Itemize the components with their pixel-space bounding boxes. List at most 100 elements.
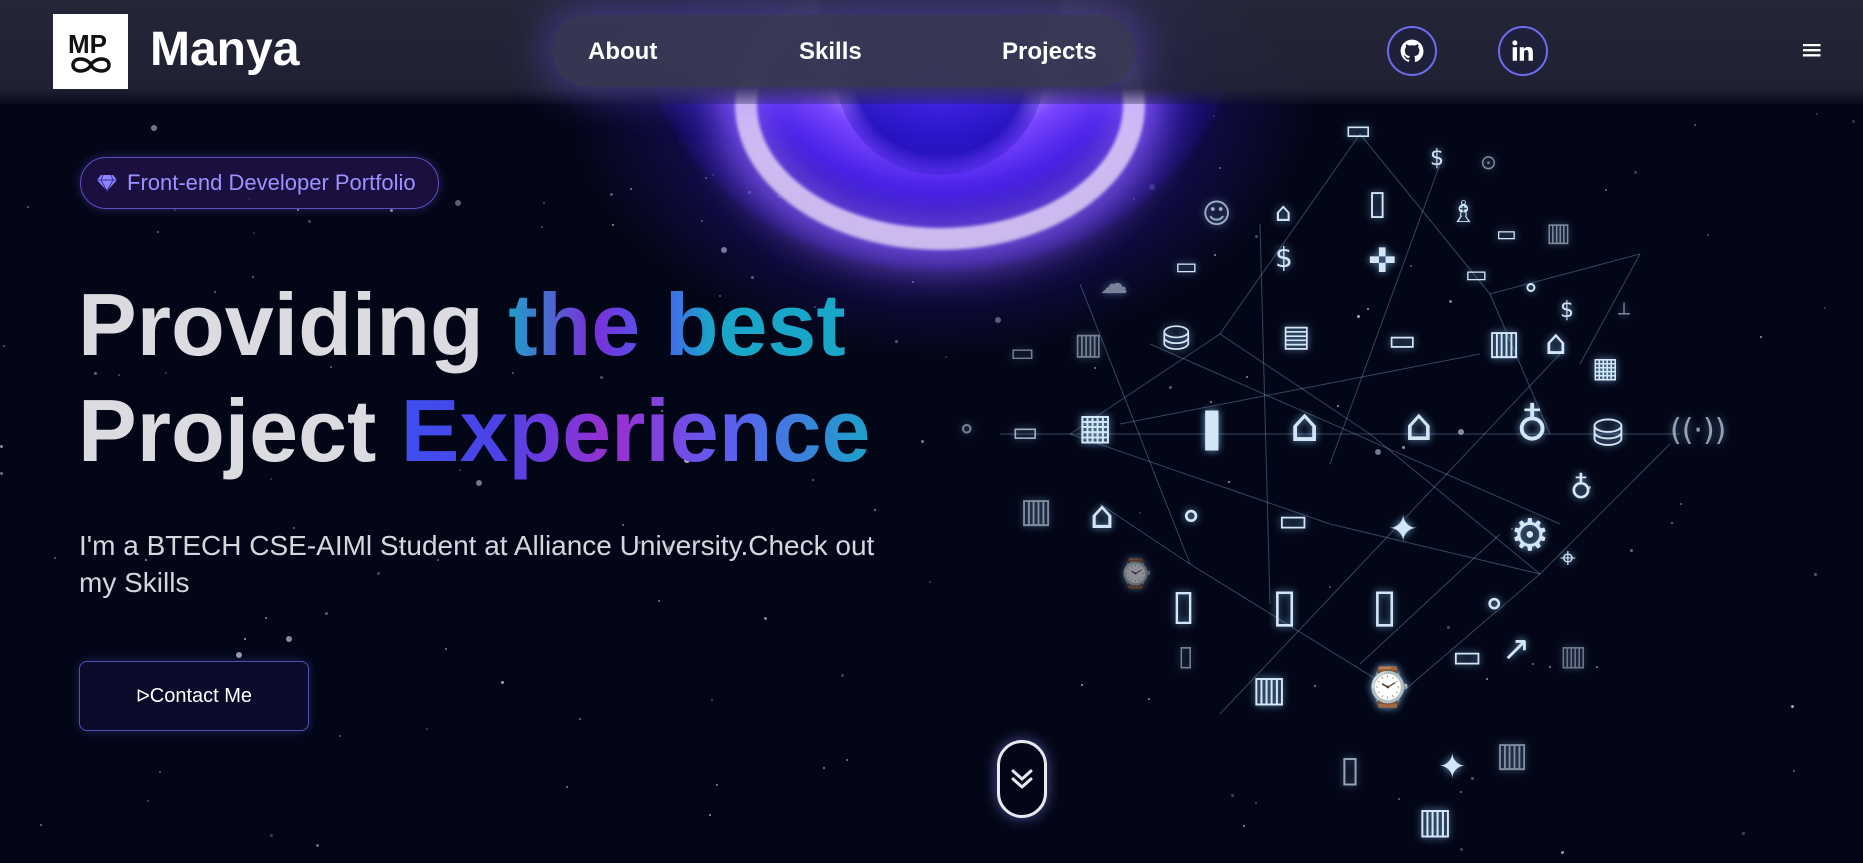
antenna-icon: ⟂ <box>1618 298 1631 319</box>
star <box>445 648 447 650</box>
satellite-icon: ✦ <box>1388 509 1419 550</box>
growth-chart-icon: ↗ <box>1502 629 1531 669</box>
brand-name: Manya <box>150 23 300 76</box>
star <box>316 844 319 847</box>
double-chevron-down-icon <box>1011 769 1033 789</box>
nav-skills[interactable]: Skills <box>799 38 862 66</box>
contact-me-button[interactable]: ᐅ Contact Me <box>79 661 309 731</box>
bank-icon: ⌂ <box>1405 400 1433 451</box>
qr-icon: ▦ <box>1078 407 1113 448</box>
logo-mark: MP <box>68 29 111 73</box>
star <box>147 800 149 802</box>
linkedin-link[interactable] <box>1498 26 1548 76</box>
star <box>157 231 159 233</box>
contact-label: Contact Me <box>149 684 253 707</box>
document-icon: ▤ <box>1282 319 1311 354</box>
star <box>265 617 267 619</box>
headline-line1-plain: Providing <box>78 275 509 374</box>
watch-icon: ⌚ <box>1118 557 1153 590</box>
star <box>390 209 393 212</box>
money-icon: $ <box>1560 298 1574 323</box>
credit-card-icon: ▭ <box>1388 323 1417 358</box>
phone-icon: ▯ <box>1178 639 1194 672</box>
database-icon: ⛁ <box>1162 319 1191 359</box>
github-link[interactable] <box>1387 26 1437 76</box>
hero-subtitle: I'm a BTECH CSE-AIMl Student at Alliance… <box>79 530 875 598</box>
store-icon: ⌂ <box>1090 493 1115 537</box>
star <box>0 445 3 448</box>
molecule-icon: ⚬ <box>955 413 979 446</box>
star <box>764 617 767 620</box>
shop-icon: ▥ <box>1418 801 1453 842</box>
send-icon: ᐅ <box>135 685 150 707</box>
star <box>1793 770 1795 772</box>
star <box>716 784 718 786</box>
card-icon: ▭ <box>1175 252 1198 280</box>
tablet-icon: ▯ <box>1340 749 1360 790</box>
watch-icon: ⌚ <box>1364 665 1412 709</box>
star <box>1791 705 1794 708</box>
star <box>244 638 246 640</box>
star <box>253 232 255 234</box>
share-icon: ⚬ <box>1480 585 1509 625</box>
github-icon <box>1400 39 1424 63</box>
dollar-plant-icon: $ <box>1275 241 1293 274</box>
pill-icon: ❚ <box>1195 405 1229 451</box>
scroll-down-button[interactable] <box>997 740 1047 818</box>
headline-line2-plain: Project <box>78 381 401 480</box>
star <box>1742 832 1745 835</box>
money-bag-icon: ♁ <box>1516 400 1549 451</box>
linkedin-icon <box>1512 40 1533 61</box>
star <box>1852 120 1855 123</box>
building-icon: ▥ <box>1488 323 1521 363</box>
phone-icon: ▯ <box>1172 580 1196 629</box>
share-icon: ⚬ <box>1176 497 1207 538</box>
star <box>159 771 161 773</box>
hero-headline: Providing the best Project Experience <box>78 272 870 484</box>
star <box>325 612 328 615</box>
badge-label: Front-end Developer Portfolio <box>127 170 416 195</box>
star <box>270 834 273 837</box>
star <box>709 814 711 816</box>
presentation-icon: ▭ <box>1452 637 1483 675</box>
shop-icon: ▥ <box>1252 669 1287 710</box>
star <box>1760 336 1762 338</box>
hamburger-menu-icon[interactable]: ≡ <box>1800 36 1823 64</box>
wifi-icon: ((·)) <box>1670 413 1727 448</box>
star <box>455 200 461 206</box>
star <box>846 759 848 761</box>
shop-gear-icon: ⚙ <box>1510 510 1550 561</box>
nav-projects[interactable]: Projects <box>1002 38 1097 66</box>
headline-line2-highlight: Experience <box>400 381 871 480</box>
tech-network-graphic: ▭ $ ⊙ ☺ ⌂ ▯ ♗ ▭ ▥ $ ✜ ▭ ⚬ $ ⟂ ☁ ▭ ⛁ ▤ ▭ … <box>940 104 1730 863</box>
drone-icon: ✜ <box>1368 241 1397 281</box>
star <box>1814 573 1817 576</box>
bulb-database-icon: ⛁ <box>1592 411 1624 455</box>
star <box>297 209 299 211</box>
coin-icon: ⊙ <box>1480 150 1497 174</box>
logo[interactable]: MP <box>53 14 128 89</box>
star <box>921 440 924 443</box>
card-icon: ▭ <box>1465 260 1488 288</box>
user-icon: ☺ <box>1202 197 1232 230</box>
bank-dollar-icon: ⌂ <box>1290 398 1320 452</box>
presentation-icon: ▭ <box>1278 501 1309 539</box>
star <box>27 206 29 208</box>
star <box>3 345 5 347</box>
star <box>1824 307 1826 309</box>
site-header: MP Manya About Skills Projects ≡ <box>0 0 1863 104</box>
star <box>174 209 176 211</box>
barcode-icon: ▥ <box>1560 639 1587 672</box>
star <box>711 699 713 701</box>
star <box>543 202 545 204</box>
diamond-icon <box>97 174 117 192</box>
nav-about[interactable]: About <box>588 38 657 66</box>
star <box>823 767 825 769</box>
presentation-icon: ▭ <box>1345 113 1372 146</box>
chair-icon: ♗ <box>1450 195 1477 230</box>
star <box>501 681 504 684</box>
infinity-icon <box>70 56 111 73</box>
star <box>236 652 242 658</box>
network-lines <box>1000 133 1680 715</box>
star <box>622 524 624 526</box>
